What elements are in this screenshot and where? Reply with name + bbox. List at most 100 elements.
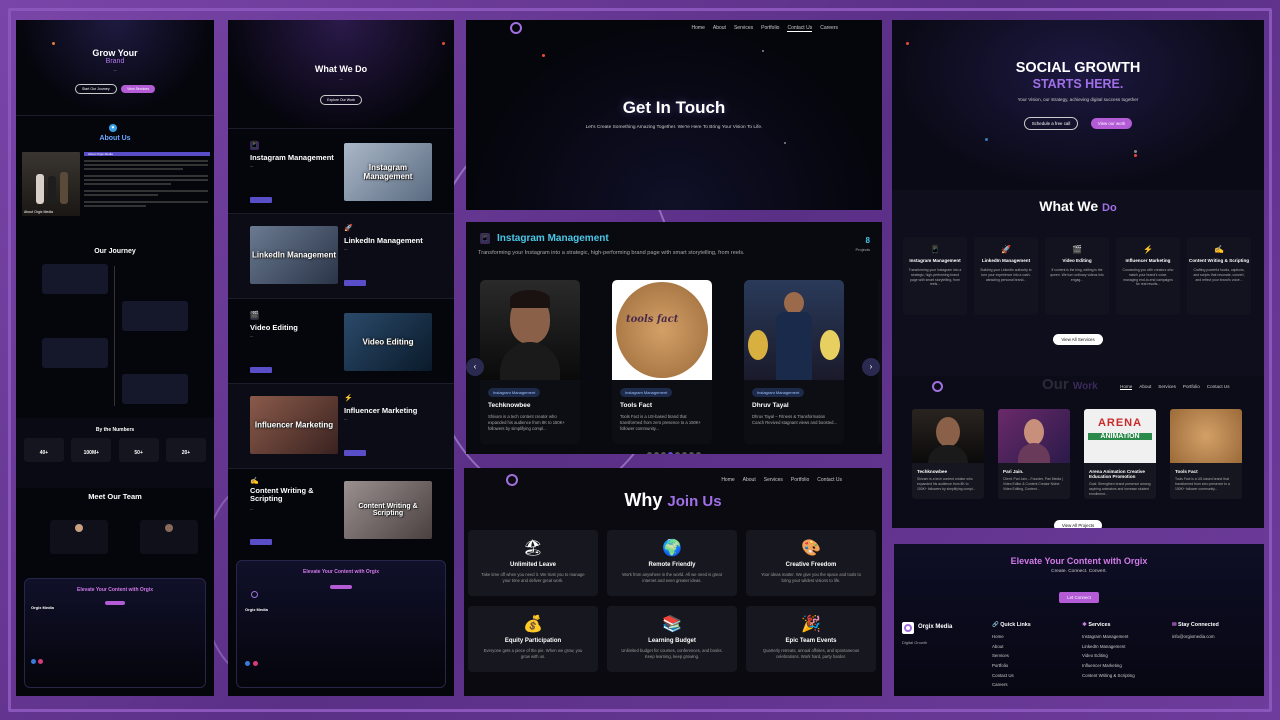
lets-connect-button[interactable]: Let Connect	[1059, 592, 1099, 603]
nav-portfolio[interactable]: Portfolio	[1183, 384, 1200, 390]
nav-about[interactable]: About	[743, 477, 756, 483]
footer-service-link[interactable]: LinkedIn Management	[1082, 642, 1135, 652]
cta-button[interactable]	[330, 585, 352, 589]
nav-portfolio[interactable]: Portfolio	[791, 477, 809, 483]
service-image: Content Writing & Scripting	[344, 481, 432, 539]
start-journey-button[interactable]: Start Our Journey	[75, 84, 117, 94]
logo[interactable]	[506, 474, 518, 486]
benefit-card: 💰 Equity Participation Everyone gets a pie…	[468, 606, 598, 672]
nav-about[interactable]: About	[1139, 384, 1151, 390]
footer-link-home[interactable]: Home	[992, 632, 1031, 642]
nav-portfolio[interactable]: Portfolio	[761, 25, 779, 32]
footer-link-services[interactable]: Services	[992, 651, 1031, 661]
linkedin-icon[interactable]	[245, 661, 250, 666]
footer-brand-sub: Digital Growth	[902, 640, 928, 645]
panel-home-page: Grow Your Brand — Start Our Journey View…	[16, 20, 214, 696]
footer-link-portfolio[interactable]: Portfolio	[992, 661, 1031, 671]
schedule-call-button[interactable]: Schedule a free call	[1023, 117, 1079, 130]
service-row-video: 🎬 Video Editing — Video Editing	[228, 298, 454, 383]
footer-service-link[interactable]: Video Editing	[1082, 651, 1135, 661]
panel-footer: Elevate Your Content with Orgix Create. …	[894, 544, 1264, 696]
carousel-dot[interactable]	[682, 452, 687, 454]
service-card[interactable]: 📱 Instagram Management Transforming your I…	[903, 237, 967, 315]
carousel-dot[interactable]	[675, 452, 680, 454]
explore-work-button[interactable]: Explore Our Work	[320, 95, 362, 105]
nav-services[interactable]: Services	[734, 25, 753, 32]
about-caption: About Orgix Media	[24, 210, 53, 214]
carousel-dot[interactable]	[654, 452, 659, 454]
nav-contact[interactable]: Contact Us	[1207, 384, 1230, 390]
service-description: —	[250, 507, 254, 511]
carousel-next-button[interactable]: ›	[862, 358, 880, 376]
service-card[interactable]: 🎬 Video Editing If content is the king, ed…	[1045, 237, 1109, 315]
footer-link-contact[interactable]: Contact Us	[992, 671, 1031, 681]
carousel-dot[interactable]	[661, 452, 666, 454]
carousel-prev-button[interactable]: ‹	[466, 358, 484, 376]
footer-link-careers[interactable]: Careers	[992, 680, 1031, 690]
stat-card: 100M+	[71, 438, 112, 462]
service-description: —	[250, 164, 254, 168]
work-card[interactable]: Tools Fact Tools Fact is a US-based bran…	[1170, 409, 1242, 499]
project-card[interactable]: tools fact Instagram Management Tools Fa…	[612, 280, 712, 444]
nav-home[interactable]: Home	[692, 25, 705, 32]
instagram-icon[interactable]	[38, 659, 43, 664]
work-card[interactable]: Pari Jain. Client: Pari Jain – Founder, …	[998, 409, 1070, 499]
nav-careers[interactable]: Careers	[820, 25, 838, 32]
panel-services-page: What We Do — Explore Our Work 📱 Instagra…	[228, 20, 454, 696]
nav-services[interactable]: Services	[764, 477, 783, 483]
carousel-dot[interactable]	[696, 452, 701, 454]
work-card[interactable]: Techknowbee Shivam is a tech content cre…	[912, 409, 984, 499]
learn-more-button[interactable]	[250, 197, 272, 203]
footer-service-link[interactable]: Instagram Management	[1082, 632, 1135, 642]
view-work-button[interactable]: View our work	[1090, 118, 1133, 129]
linkedin-icon[interactable]	[31, 659, 36, 664]
learn-more-button[interactable]	[344, 450, 366, 456]
learn-more-button[interactable]	[344, 280, 366, 286]
logo[interactable]	[932, 381, 943, 392]
nav-about[interactable]: About	[713, 25, 726, 32]
team-card	[140, 520, 198, 554]
contact-title: Get In Touch	[622, 98, 726, 117]
view-services-button[interactable]: View Services	[121, 85, 155, 93]
carousel-dot-active[interactable]	[668, 452, 673, 454]
benefit-card: 🌍 Remote Friendly Work from anywhere in th…	[607, 530, 737, 596]
service-title: Instagram Management	[250, 153, 334, 162]
carousel-dot[interactable]	[689, 452, 694, 454]
link-icon: 🔗	[992, 622, 999, 628]
beach-icon: 🏖	[522, 540, 544, 557]
service-card[interactable]: 🚀 LinkedIn Management Building your Linked…	[974, 237, 1038, 315]
service-card[interactable]: ⚡ Influencer Marketing Connecting you with…	[1116, 237, 1180, 315]
nav-home[interactable]: Home	[1120, 384, 1133, 390]
footer-brand: Orgix Media	[245, 607, 268, 612]
service-card[interactable]: ✍ Content Writing & Scripting Crafting pow…	[1187, 237, 1251, 315]
why-title: Why Join Us	[624, 490, 722, 510]
logo[interactable]	[902, 622, 914, 634]
work-description: Shivam is a tech content creator who exp…	[917, 477, 976, 491]
phone-icon: 📱	[930, 245, 940, 254]
logo[interactable]	[510, 22, 522, 34]
instagram-icon[interactable]	[253, 661, 258, 666]
nav-contact[interactable]: Contact Us	[817, 477, 842, 483]
view-all-services-button[interactable]: View All Services	[1053, 334, 1103, 345]
footer-link-about[interactable]: About	[992, 642, 1031, 652]
arena-logo-text: ARENA	[1097, 417, 1143, 429]
panel-contact-page: Home About Services Portfolio Contact Us…	[466, 20, 882, 210]
footer-email[interactable]: info@orgixmedia.com	[1172, 632, 1219, 642]
project-description: Dhruv Tayal – Fitness & Transformation C…	[752, 414, 837, 425]
learn-more-button[interactable]	[250, 367, 272, 373]
learn-more-button[interactable]	[250, 539, 272, 545]
project-card[interactable]: Instagram Management Dhruv Tayal Dhruv T…	[744, 280, 844, 444]
nav-services[interactable]: Services	[1158, 384, 1176, 390]
project-card[interactable]: Instagram Management Techknowbee Shivam …	[480, 280, 580, 444]
cta-title: Elevate Your Content with Orgix	[303, 569, 379, 575]
nav-contact[interactable]: Contact Us	[787, 25, 813, 32]
work-card[interactable]: ARENA ANIMATION Arena Animation Creative…	[1084, 409, 1156, 499]
top-nav: Home About Services Portfolio Contact Us	[721, 477, 842, 483]
view-all-projects-button[interactable]: View All Projects	[1053, 520, 1103, 528]
logo[interactable]	[251, 591, 258, 598]
nav-home[interactable]: Home	[721, 477, 734, 483]
carousel-dot[interactable]	[647, 452, 652, 454]
cta-button[interactable]	[105, 601, 125, 605]
footer-service-link[interactable]: Content Writing & Scripting	[1082, 671, 1135, 681]
footer-service-link[interactable]: Influencer Marketing	[1082, 661, 1135, 671]
